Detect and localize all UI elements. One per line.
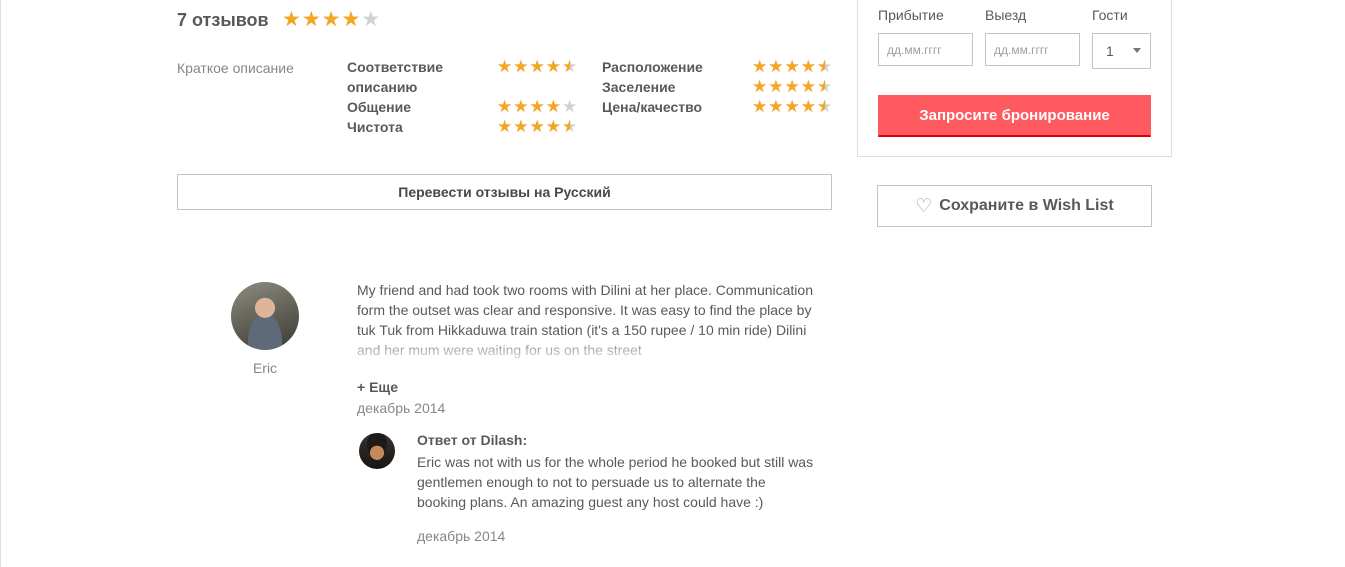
star-icon: ★★ — [784, 57, 800, 76]
category-stars-checkin: ★★★★★★★★★★ — [752, 78, 832, 95]
host-response-text: Eric was not with us for the whole perio… — [417, 454, 814, 510]
category-label-checkin: Заселение — [602, 79, 676, 95]
heart-outline-icon: ♡ — [915, 195, 933, 217]
star-icon: ★★ — [562, 117, 578, 136]
host-response-title: Ответ от Dilash: — [417, 432, 528, 448]
checkout-input[interactable]: дд.мм.гггг — [985, 33, 1080, 66]
star-icon: ★★ — [800, 77, 816, 96]
category-stars-value: ★★★★★★★★★★ — [752, 98, 832, 115]
star-icon: ★★ — [752, 97, 768, 116]
reviewer-avatar[interactable] — [231, 282, 299, 350]
star-icon: ★★ — [497, 57, 513, 76]
star-icon: ★★ — [513, 57, 529, 76]
category-label-communication: Общение — [347, 99, 411, 115]
star-icon: ★★ — [768, 57, 784, 76]
star-icon: ★★ — [562, 97, 578, 116]
category-label-location: Расположение — [602, 59, 703, 75]
wishlist-label: Сохраните в Wish List — [939, 197, 1114, 214]
star-icon: ★★ — [497, 97, 513, 116]
category-stars-communication: ★★★★★★★★★★ — [497, 98, 577, 115]
star-icon: ★★ — [817, 57, 833, 76]
star-icon: ★★ — [513, 97, 529, 116]
review-date: декабрь 2014 — [357, 400, 446, 416]
star-icon: ★★ — [784, 97, 800, 116]
category-label-accuracy: Соответствие описанию — [347, 59, 444, 95]
star-icon: ★★ — [529, 117, 545, 136]
star-icon: ★★ — [752, 77, 768, 96]
star-icon: ★★ — [752, 57, 768, 76]
star-icon: ★★ — [545, 57, 561, 76]
star-icon: ★★ — [497, 117, 513, 136]
star-icon: ★★ — [817, 77, 833, 96]
reviews-count-title: 7 отзывов — [177, 10, 269, 30]
category-stars-accuracy: ★★★★★★★★★★ — [497, 58, 577, 75]
star-icon: ★★ — [817, 97, 833, 116]
summary-label: Краткое описание — [177, 60, 294, 76]
star-icon: ★★ — [562, 57, 578, 76]
star-icon: ★★ — [341, 8, 361, 31]
star-icon: ★★ — [321, 8, 341, 31]
star-icon: ★★ — [545, 117, 561, 136]
review-text: My friend and had took two rooms with Di… — [357, 282, 813, 358]
star-icon: ★★ — [361, 8, 381, 31]
booking-panel: Прибытие Выезд Гости дд.мм.гггг дд.мм.гг… — [857, 0, 1172, 157]
star-icon: ★★ — [282, 8, 301, 31]
host-response-date: декабрь 2014 — [417, 528, 506, 544]
checkin-input[interactable]: дд.мм.гггг — [878, 33, 973, 66]
host-avatar[interactable] — [359, 433, 395, 469]
star-icon: ★★ — [529, 57, 545, 76]
star-icon: ★★ — [784, 77, 800, 96]
checkin-label: Прибытие — [878, 7, 944, 23]
category-label-cleanliness: Чистота — [347, 119, 403, 135]
page-left-border — [0, 0, 1, 567]
star-icon: ★★ — [513, 117, 529, 136]
overall-rating-stars: ★★★★★★★★★★ — [282, 9, 380, 30]
translate-reviews-button[interactable]: Перевести отзывы на Русский — [177, 174, 832, 210]
star-icon: ★★ — [768, 77, 784, 96]
read-more-link[interactable]: + Еще — [357, 379, 398, 395]
guests-select[interactable]: 1 — [1092, 33, 1151, 69]
category-label-value: Цена/качество — [602, 99, 703, 115]
star-icon: ★★ — [768, 97, 784, 116]
request-booking-button[interactable]: Запросите бронирование — [878, 95, 1151, 137]
chevron-down-icon — [1133, 48, 1141, 53]
star-icon: ★★ — [529, 97, 545, 116]
category-stars-location: ★★★★★★★★★★ — [752, 58, 832, 75]
star-icon: ★★ — [301, 8, 321, 31]
star-icon: ★★ — [545, 97, 561, 116]
reviewer-name[interactable]: Eric — [231, 360, 299, 376]
checkout-label: Выезд — [985, 7, 1027, 23]
star-icon: ★★ — [800, 97, 816, 116]
guests-label: Гости — [1092, 7, 1128, 23]
guests-value: 1 — [1106, 43, 1114, 59]
category-stars-cleanliness: ★★★★★★★★★★ — [497, 118, 577, 135]
save-to-wishlist-button[interactable]: ♡ Сохраните в Wish List — [877, 185, 1152, 227]
star-icon: ★★ — [800, 57, 816, 76]
